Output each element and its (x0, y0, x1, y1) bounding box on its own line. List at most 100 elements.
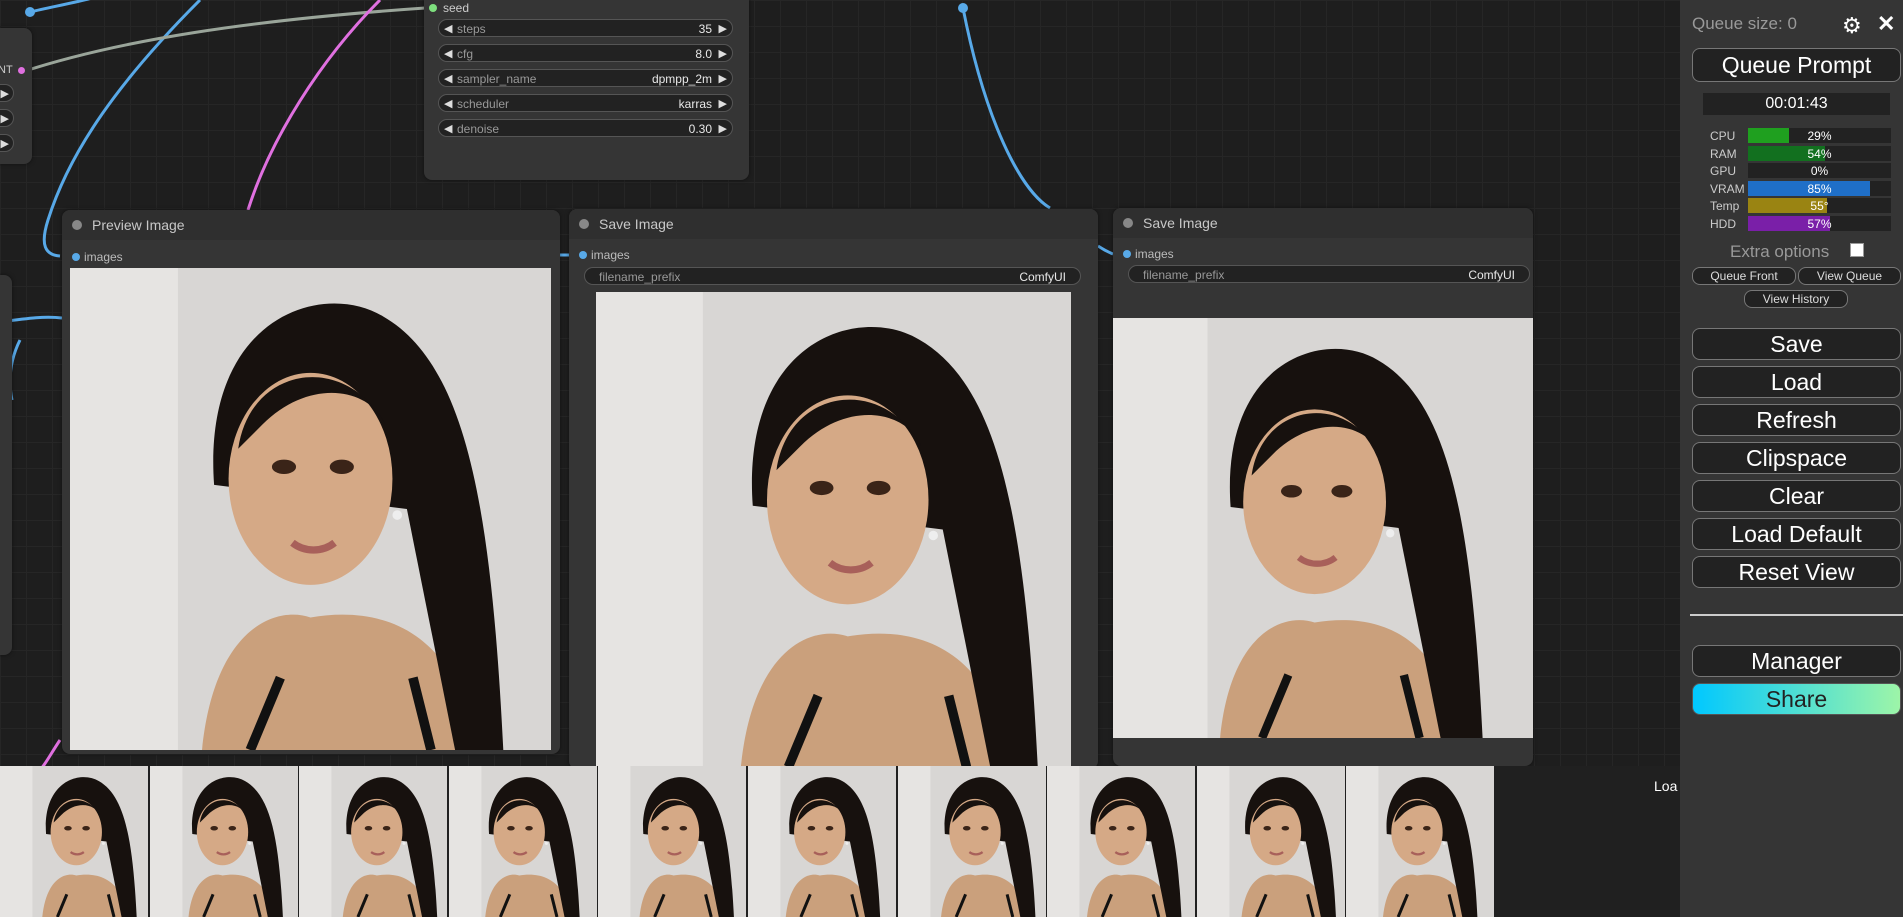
increment-arrow-icon[interactable]: ▶ (719, 95, 727, 113)
extra-options-checkbox[interactable] (1850, 243, 1864, 257)
stat-hdd: HDD 57% (1710, 215, 1903, 232)
widget-label: steps (457, 22, 486, 36)
load-default-button[interactable]: Load Default (1692, 518, 1901, 550)
stat-value: 57% (1807, 216, 1832, 231)
extra-options-label: Extra options (1730, 242, 1830, 261)
stat-label: GPU (1710, 164, 1737, 178)
filename-prefix-field[interactable]: filename_prefix ComfyUI (584, 267, 1081, 285)
collapse-dot[interactable] (1123, 218, 1133, 228)
left-node-widget[interactable]: ▶ (0, 134, 14, 152)
widget-denoise[interactable]: ◀ denoise 0.30 ▶ (438, 119, 733, 137)
images-label: images (1135, 247, 1174, 261)
stat-vram: VRAM 85% (1710, 180, 1903, 197)
stat-value: 29% (1807, 129, 1832, 143)
feed-thumbnail[interactable] (149, 766, 298, 917)
left-partial-node-2[interactable] (0, 275, 12, 655)
images-label: images (591, 248, 630, 262)
feed-thumbnail[interactable] (1047, 766, 1196, 917)
left-node-widget[interactable]: ▶ (0, 84, 14, 102)
queue-size-label: Queue size: 0 (1692, 14, 1797, 33)
widget-value: 0.30 (688, 122, 712, 136)
refresh-button[interactable]: Refresh (1692, 404, 1901, 436)
comfy-menu: Queue size: 0 ⚙ ✕ Queue Prompt 00:01:43 … (1680, 0, 1903, 917)
stat-label: VRAM (1710, 181, 1745, 196)
images-input-slot[interactable]: images (1123, 246, 1174, 262)
share-button[interactable]: Share (1692, 683, 1901, 715)
node-title[interactable]: Preview Image (62, 210, 560, 240)
manager-button[interactable]: Manager (1692, 645, 1901, 677)
save-image-node-2[interactable]: Save Image images filename_prefix ComfyU… (1113, 208, 1533, 766)
view-history-button[interactable]: View History (1744, 290, 1848, 308)
preview-node-title: Preview Image (92, 217, 185, 233)
images-label: images (84, 250, 123, 264)
filename-prefix-field[interactable]: filename_prefix ComfyUI (1128, 265, 1530, 283)
execution-timer: 00:01:43 (1703, 93, 1890, 115)
increment-arrow-icon[interactable]: ▶ (719, 70, 727, 88)
clear-button[interactable]: Clear (1692, 480, 1901, 512)
widget-scheduler[interactable]: ◀ scheduler karras ▶ (438, 94, 733, 112)
stat-value: 0% (1810, 164, 1829, 178)
stat-label: RAM (1710, 146, 1737, 161)
feed-thumbnail[interactable] (1196, 766, 1345, 917)
reset-view-button[interactable]: Reset View (1692, 556, 1901, 588)
image-feed-strip (0, 766, 1680, 917)
left-node-widget[interactable]: ▶ (0, 109, 14, 127)
widget-sampler-name[interactable]: ◀ sampler_name dpmpp_2m ▶ (438, 69, 733, 87)
feed-thumbnail[interactable] (448, 766, 597, 917)
preview-image (70, 268, 551, 750)
node-title[interactable]: Save Image (569, 209, 1098, 239)
view-queue-button[interactable]: View Queue (1798, 267, 1901, 285)
input-dot[interactable] (579, 251, 587, 259)
feed-thumbnail[interactable] (598, 766, 747, 917)
collapse-dot[interactable] (579, 219, 589, 229)
feed-thumbnail[interactable] (748, 766, 896, 917)
feed-thumbnail[interactable] (0, 766, 148, 917)
stat-value: 55° (1810, 199, 1829, 213)
feed-thumbnail[interactable] (299, 766, 448, 917)
widget-label: sampler_name (457, 72, 537, 86)
widget-steps[interactable]: ◀ steps 35 ▶ (438, 19, 733, 37)
stat-cpu: CPU 29% (1710, 128, 1903, 144)
increment-arrow-icon[interactable]: ▶ (719, 120, 727, 138)
preview-image-node[interactable]: Preview Image images (62, 210, 560, 754)
left-partial-node[interactable]: NT ▶ ▶ ▶ (0, 28, 32, 164)
save-node-1-title: Save Image (599, 216, 674, 232)
decrement-arrow-icon[interactable]: ◀ (444, 20, 452, 38)
decrement-arrow-icon[interactable]: ◀ (444, 120, 452, 138)
decrement-arrow-icon[interactable]: ◀ (444, 95, 452, 113)
queue-prompt-button[interactable]: Queue Prompt (1692, 48, 1901, 82)
stat-gpu: GPU 0% (1710, 163, 1903, 179)
save-image-node-1[interactable]: Save Image images filename_prefix ComfyU… (569, 209, 1098, 769)
increment-arrow-icon[interactable]: ▶ (719, 20, 727, 38)
widget-value: karras (678, 97, 712, 111)
collapse-dot[interactable] (72, 220, 82, 230)
decrement-arrow-icon[interactable]: ◀ (444, 70, 452, 88)
decrement-arrow-icon[interactable]: ◀ (444, 45, 452, 63)
seed-slot-dot (429, 4, 437, 12)
stat-value: 85% (1807, 181, 1832, 196)
input-dot[interactable] (72, 253, 80, 261)
ksampler-node[interactable]: seed ◀ steps 35 ▶ ◀ cfg 8.0 ▶ ◀ sampler_name dpmpp… (424, 0, 749, 180)
stat-label: HDD (1710, 216, 1736, 231)
widget-value: dpmpp_2m (651, 72, 712, 86)
widget-label: scheduler (457, 97, 510, 111)
gear-icon[interactable]: ⚙ (1842, 13, 1862, 39)
input-dot[interactable] (1123, 250, 1131, 258)
feed-thumbnail[interactable] (1346, 766, 1495, 917)
images-input-slot[interactable]: images (72, 249, 123, 265)
increment-arrow-icon[interactable]: ▶ (719, 45, 727, 63)
close-icon[interactable]: ✕ (1877, 11, 1895, 37)
node-title[interactable]: Save Image (1113, 208, 1533, 238)
images-input-slot[interactable]: images (579, 247, 630, 263)
feed-thumbnail[interactable] (897, 766, 1046, 917)
queue-front-button[interactable]: Queue Front (1692, 267, 1796, 285)
widget-label: cfg (457, 47, 474, 61)
load-button[interactable]: Load (1692, 366, 1901, 398)
save-button[interactable]: Save (1692, 328, 1901, 360)
widget-label: denoise (457, 122, 500, 136)
stat-label: CPU (1710, 129, 1736, 143)
widget-value: 8.0 (695, 47, 712, 61)
clipspace-button[interactable]: Clipspace (1692, 442, 1901, 474)
widget-cfg[interactable]: ◀ cfg 8.0 ▶ (438, 44, 733, 62)
filename-prefix-label: filename_prefix (599, 270, 681, 284)
